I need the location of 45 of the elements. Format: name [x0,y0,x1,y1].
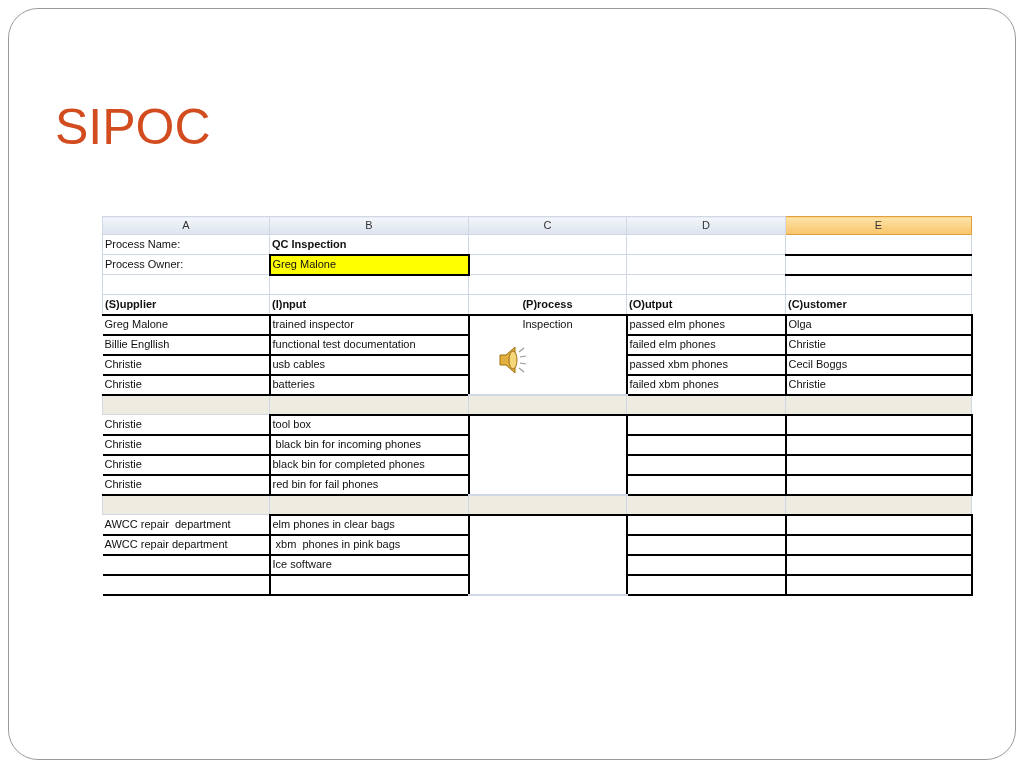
table-cell-text: (C)ustomer [787,296,848,312]
table-cell-text: Billie Engllish [103,337,171,352]
slide-title: SIPOC [55,98,212,157]
table-cell-text: usb cables [271,357,327,372]
table-cell-text: Cecil Boggs [787,357,849,372]
column-header[interactable]: B [269,216,469,235]
table-cell-text: elm phones in clear bags [271,517,396,532]
table-cell-text: functional test documentation [271,337,417,352]
table-cell-text: (P)rocess [521,296,574,312]
table-cell-text: batteries [271,377,316,392]
table-cell-text: Christie [103,416,143,432]
table-cell-text: AWCC repair department [103,537,229,552]
column-header[interactable]: E [785,216,972,235]
table-cell-text: Christie [103,377,143,392]
table-cell-text: passed xbm phones [628,357,729,372]
table-cell-text: Christie [103,477,143,492]
table-cell-text: QC Inspection [271,236,348,252]
table-cell-text: Christie [103,357,143,372]
column-header[interactable]: D [626,216,786,235]
table-cell-text: Inspection [521,316,574,332]
table-cell-text: Christie [103,457,143,472]
table-cell-text: Olga [787,317,813,332]
table-cell-text: Process Owner: [104,257,185,272]
table-cell-text: (I)nput [271,296,308,312]
table-cell-text: Ice software [271,557,333,572]
table-cell-text: red bin for fail phones [271,477,380,492]
table-cell-text: Christie [103,437,143,452]
table-cell-text: xbm phones in pink bags [274,537,402,552]
column-header[interactable]: A [102,216,270,235]
table-cell-text: black bin for completed phones [271,457,426,472]
table-cell-text: failed xbm phones [628,377,720,392]
table-cell-text: Christie [787,337,827,352]
table-cell-text: tool box [271,417,313,432]
table-cell-text: (O)utput [628,296,674,312]
table-cell-text: failed elm phones [628,337,717,352]
table-cell-text: Greg Malone [271,257,338,272]
column-header[interactable]: C [468,216,627,235]
table-cell-text: (S)upplier [104,296,158,312]
table-cell-text: black bin for incoming phones [274,437,423,452]
table-cell-text: passed elm phones [628,317,726,332]
table-cell-text: AWCC repair department [103,516,232,532]
table-cell-text: Christie [787,377,827,392]
table-cell-text: trained inspector [271,317,355,332]
table-cell-text: Greg Malone [103,317,170,332]
table-cell-text: Process Name: [104,237,182,252]
